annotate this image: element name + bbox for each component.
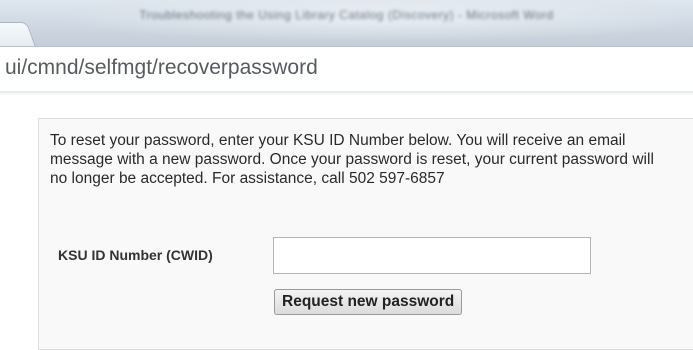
address-bar-url[interactable]: ui/cmnd/selfmgt/recoverpassword bbox=[5, 56, 318, 80]
recover-password-panel: To reset your password, enter your KSU I… bbox=[38, 118, 693, 350]
ksu-id-input[interactable] bbox=[273, 237, 591, 274]
address-bar[interactable]: ui/cmnd/selfmgt/recoverpassword bbox=[0, 46, 693, 92]
window-title: Troubleshooting the Using Library Catalo… bbox=[139, 8, 554, 22]
reset-instructions: To reset your password, enter your KSU I… bbox=[50, 132, 654, 187]
browser-title-bar: Troubleshooting the Using Library Catalo… bbox=[0, 0, 693, 46]
request-new-password-button[interactable]: Request new password bbox=[274, 289, 463, 315]
ksu-id-label: KSU ID Number (CWID) bbox=[58, 247, 213, 263]
toolbar-divider bbox=[0, 91, 693, 96]
title-bar-glass bbox=[0, 0, 693, 46]
